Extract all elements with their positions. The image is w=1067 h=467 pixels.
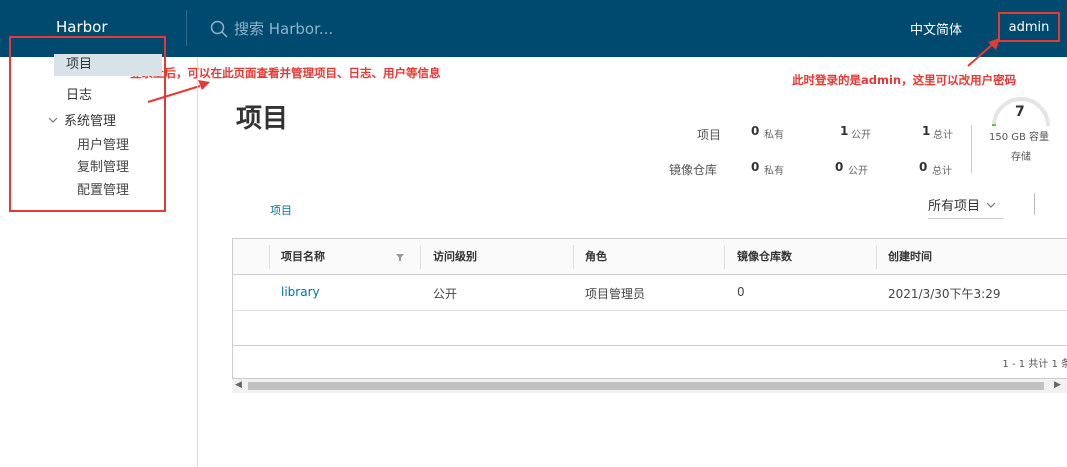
row-project-name-link[interactable]: library bbox=[281, 285, 320, 299]
stat-repos-public: 0 bbox=[835, 160, 844, 174]
filter-divider bbox=[1034, 193, 1035, 215]
storage-capacity: 150 GB 容量 bbox=[989, 132, 1050, 143]
column-separator bbox=[876, 245, 877, 269]
stat-projects-total: 1 bbox=[922, 124, 931, 138]
global-search[interactable]: 搜索 Harbor... bbox=[210, 18, 333, 39]
column-header-access[interactable]: 访问级别 bbox=[433, 248, 477, 264]
table-row[interactable]: library 公开 项目管理员 0 2021/3/30下午3:29 bbox=[233, 275, 1067, 311]
sidebar-item-label: 复制管理 bbox=[77, 160, 130, 175]
column-header-repo-count[interactable]: 镜像仓库数 bbox=[737, 248, 792, 264]
table-header: 项目名称 访问级别 角色 镜像仓库数 创建时间 bbox=[233, 239, 1067, 275]
brand-logo[interactable]: Harbor bbox=[56, 18, 108, 36]
table-footer: 1 - 1 共计 1 条 bbox=[233, 345, 1067, 379]
row-access-level: 公开 bbox=[433, 287, 458, 301]
stat-public-label: 公开 bbox=[848, 166, 868, 177]
column-separator bbox=[573, 245, 574, 269]
stat-total-label: 总计 bbox=[932, 166, 952, 177]
search-input[interactable]: 搜索 Harbor... bbox=[234, 18, 333, 39]
filter-icon[interactable] bbox=[395, 252, 405, 262]
sidebar-item-label: 项目 bbox=[66, 57, 93, 72]
stat-projects-label: 项目 bbox=[697, 128, 722, 142]
stats-divider bbox=[971, 125, 972, 173]
sidebar-item-label: 配置管理 bbox=[77, 183, 130, 198]
row-repo-count: 0 bbox=[737, 285, 745, 299]
sidebar-item-replication[interactable]: 复制管理 bbox=[77, 156, 129, 175]
column-header-role[interactable]: 角色 bbox=[585, 248, 607, 264]
horizontal-scrollbar[interactable]: ◀ ▶ bbox=[232, 379, 1067, 393]
column-header-created[interactable]: 创建时间 bbox=[888, 248, 932, 264]
arrow-head-sidebar bbox=[198, 80, 210, 90]
chevron-down-icon bbox=[48, 117, 58, 123]
stat-total-label: 总计 bbox=[933, 130, 953, 141]
sidebar-item-configuration[interactable]: 配置管理 bbox=[77, 179, 129, 198]
row-created-time: 2021/3/30下午3:29 bbox=[888, 287, 1001, 301]
chevron-down-icon bbox=[986, 202, 996, 208]
stat-projects-private: 0 bbox=[751, 124, 760, 138]
scroll-left-icon[interactable]: ◀ bbox=[235, 380, 242, 390]
sidebar-item-label: 日志 bbox=[66, 88, 93, 103]
user-menu[interactable]: admin bbox=[998, 12, 1060, 42]
annotation-user: 此时登录的是admin，这里可以改用户密码 bbox=[792, 73, 1017, 87]
stat-private-label: 私有 bbox=[764, 130, 784, 141]
sidebar-item-user-management[interactable]: 用户管理 bbox=[77, 134, 129, 153]
header-divider bbox=[186, 10, 187, 46]
pagination-summary: 1 - 1 共计 1 条 bbox=[1002, 359, 1067, 370]
stat-private-label: 私有 bbox=[764, 166, 784, 177]
stat-projects-public: 1 bbox=[840, 124, 849, 138]
stat-repos-label: 镜像仓库 bbox=[669, 163, 718, 177]
sidebar-item-label: 用户管理 bbox=[77, 138, 130, 153]
sidebar-item-logs[interactable]: 日志 bbox=[66, 84, 92, 103]
column-separator bbox=[724, 245, 725, 269]
breadcrumb-projects-link[interactable]: 项目 bbox=[270, 202, 292, 218]
sidebar-item-projects[interactable]: 项目 bbox=[54, 54, 162, 76]
stat-public-label: 公开 bbox=[851, 130, 871, 141]
row-role: 项目管理员 bbox=[585, 287, 646, 301]
sidebar-item-label: 系统管理 bbox=[64, 114, 117, 129]
project-filter-select[interactable]: 所有项目 bbox=[928, 195, 1004, 219]
projects-table: 项目名称 访问级别 角色 镜像仓库数 创建时间 library 公开 项目管理员… bbox=[232, 238, 1067, 379]
filter-value: 所有项目 bbox=[928, 199, 981, 214]
storage-count: 7 bbox=[1015, 104, 1025, 120]
scroll-right-icon[interactable]: ▶ bbox=[1054, 380, 1061, 390]
column-separator bbox=[269, 245, 270, 269]
stat-repos-total: 0 bbox=[919, 160, 928, 174]
stat-repos-private: 0 bbox=[751, 160, 760, 174]
search-icon bbox=[210, 20, 228, 38]
column-header-name[interactable]: 项目名称 bbox=[281, 248, 325, 264]
sidebar-item-system-admin[interactable]: 系统管理 bbox=[48, 110, 116, 129]
page-title: 项目 bbox=[236, 104, 289, 134]
language-selector[interactable]: 中文简体 bbox=[910, 19, 962, 38]
column-separator bbox=[420, 245, 421, 269]
scrollbar-thumb[interactable] bbox=[248, 382, 1044, 390]
user-name: admin bbox=[1008, 19, 1050, 35]
storage-label: 存储 bbox=[1011, 152, 1031, 163]
